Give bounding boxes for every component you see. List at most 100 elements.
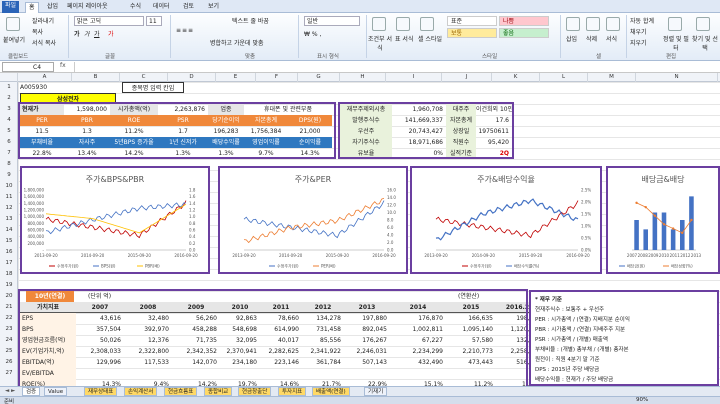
row-header-17[interactable]: 17 xyxy=(0,258,18,269)
wrap-text-button[interactable]: 텍스트 줄 바꿈 xyxy=(232,16,269,25)
row-header-12[interactable]: 12 xyxy=(0,203,18,214)
insert-cells-button[interactable]: 삽입 xyxy=(566,34,577,43)
currency-percent-icons[interactable]: ₩ % , xyxy=(304,31,321,38)
delete-cells-icon[interactable] xyxy=(586,17,600,31)
italic-icon[interactable]: 가 xyxy=(84,29,90,38)
row-header-13[interactable]: 13 xyxy=(0,214,18,225)
column-header-i[interactable]: I xyxy=(386,73,442,82)
row-header-16[interactable]: 16 xyxy=(0,247,18,258)
row-header-26[interactable]: 26 xyxy=(0,357,18,368)
row-header-24[interactable]: 24 xyxy=(0,335,18,346)
sheet-tab[interactable]: 현금창출단 xyxy=(238,387,272,396)
row-header-10[interactable]: 10 xyxy=(0,181,18,192)
tab-view[interactable]: 보기 xyxy=(205,2,222,13)
column-header-f[interactable]: F xyxy=(256,73,298,82)
tab-page-layout[interactable]: 페이지 레이아웃 xyxy=(64,2,111,13)
row-header-20[interactable]: 20 xyxy=(0,291,18,302)
row-header-15[interactable]: 15 xyxy=(0,236,18,247)
column-header-n[interactable]: N xyxy=(636,73,718,82)
column-header-c[interactable]: C xyxy=(120,73,168,82)
delete-cells-button[interactable]: 삭제 xyxy=(586,34,597,43)
row-header-5[interactable]: 5 xyxy=(0,126,18,137)
tab-data[interactable]: 데이터 xyxy=(150,2,173,13)
bold-icon[interactable]: 가 xyxy=(74,29,80,38)
row-header-23[interactable]: 23 xyxy=(0,324,18,335)
column-header-e[interactable]: E xyxy=(216,73,256,82)
row-header-19[interactable]: 19 xyxy=(0,280,18,291)
underline-icon[interactable]: 가 xyxy=(94,29,100,38)
sheet-tab[interactable]: 손익계산서 xyxy=(124,387,158,396)
column-header-m[interactable]: M xyxy=(588,73,636,82)
conditional-format-button[interactable]: 조건부 서식 xyxy=(368,34,392,52)
sheet-tab[interactable]: 기재기 xyxy=(364,387,388,396)
style-bad[interactable]: 나쁨 xyxy=(499,16,549,26)
tab-formulas[interactable]: 수식 xyxy=(127,2,144,13)
style-normal[interactable]: 표준 xyxy=(447,16,497,26)
row-header-3[interactable]: 3 xyxy=(0,104,18,115)
merge-center-button[interactable]: 병합하고 가운데 맞춤 xyxy=(210,38,264,47)
name-box[interactable]: C4 xyxy=(2,62,54,72)
find-select-button[interactable]: 찾기 및 선택 xyxy=(692,34,718,52)
row-header-18[interactable]: 18 xyxy=(0,269,18,280)
column-header-g[interactable]: G xyxy=(298,73,340,82)
sort-filter-icon[interactable] xyxy=(668,17,682,31)
tab-file[interactable]: 파일 xyxy=(2,1,20,13)
paste-icon[interactable] xyxy=(6,17,20,31)
insert-cells-icon[interactable] xyxy=(566,17,580,31)
chart-1[interactable]: 주가&BPS&PBR 2013-09-20 2014-09-20 2015-09-20… xyxy=(20,166,210,274)
style-neutral[interactable]: 보통 xyxy=(447,28,497,38)
copy-button[interactable]: 복사 xyxy=(32,27,43,36)
find-select-icon[interactable] xyxy=(696,17,710,31)
row-header-4[interactable]: 4 xyxy=(0,115,18,126)
row-header-27[interactable]: 27 xyxy=(0,368,18,379)
sort-filter-button[interactable]: 정렬 및 필터 xyxy=(663,34,689,52)
font-name-select[interactable]: 맑은 고딕 xyxy=(74,16,144,26)
row-header-11[interactable]: 11 xyxy=(0,192,18,203)
align-icons[interactable]: ≡≡≡ xyxy=(176,27,194,34)
chart-2[interactable]: 주가&PER 2013-09-20 2014-09-20 2015-09-20 2016… xyxy=(218,166,408,274)
fx-icon[interactable]: fx xyxy=(60,62,66,69)
tab-home[interactable]: 홈 xyxy=(25,2,39,13)
row-header-21[interactable]: 21 xyxy=(0,302,18,313)
row-header-25[interactable]: 25 xyxy=(0,346,18,357)
row-header-1[interactable]: 1 xyxy=(0,82,18,93)
cell-style-button[interactable]: 셀 스타일 xyxy=(418,34,442,43)
format-painter-button[interactable]: 서식 복사 xyxy=(32,38,56,47)
sheet-tab[interactable]: Value xyxy=(44,387,68,396)
tab-nav-arrows[interactable]: ◄ ► xyxy=(2,387,18,396)
paste-button[interactable]: 붙여넣기 xyxy=(3,35,25,44)
stock-code-cell[interactable]: A005930 xyxy=(20,82,47,93)
column-header-j[interactable]: J xyxy=(442,73,492,82)
fill-button[interactable]: 채우기 xyxy=(630,27,647,36)
column-header-h[interactable]: H xyxy=(340,73,386,82)
tab-insert[interactable]: 삽입 xyxy=(44,2,61,13)
row-header-6[interactable]: 6 xyxy=(0,137,18,148)
format-cells-button[interactable]: 서식 xyxy=(606,34,617,43)
row-header-9[interactable]: 9 xyxy=(0,170,18,181)
autosum-button[interactable]: 자동 합계 xyxy=(630,16,654,25)
format-cells-icon[interactable] xyxy=(606,17,620,31)
number-format-select[interactable]: 일반 xyxy=(304,16,360,26)
table-format-button[interactable]: 표 서식 xyxy=(395,34,413,43)
stock-name-cell[interactable]: 삼성전자 xyxy=(20,93,116,104)
row-header-22[interactable]: 22 xyxy=(0,313,18,324)
table-format-icon[interactable] xyxy=(396,17,410,31)
column-header-l[interactable]: L xyxy=(540,73,588,82)
row-header-2[interactable]: 2 xyxy=(0,93,18,104)
font-size-select[interactable]: 11 xyxy=(146,16,162,26)
cell-style-icon[interactable] xyxy=(420,17,434,31)
sheet-tab[interactable]: 배출액(연결) xyxy=(312,387,350,396)
style-good[interactable]: 좋음 xyxy=(499,28,549,38)
zoom-level[interactable]: 90% xyxy=(636,397,648,403)
conditional-format-icon[interactable] xyxy=(372,17,386,31)
column-header-a[interactable]: A xyxy=(18,73,72,82)
sheet-tab[interactable]: 현금흐름표 xyxy=(164,387,198,396)
chart-3[interactable]: 주가&배당수익율 2013-09-20 2014-09-20 2015-09-20 20… xyxy=(410,166,602,274)
column-header-k[interactable]: K xyxy=(492,73,540,82)
column-header-d[interactable]: D xyxy=(168,73,216,82)
sheet-tab[interactable]: 검증 xyxy=(22,387,41,396)
sheet-tab[interactable]: 투자지표 xyxy=(278,387,307,396)
clear-button[interactable]: 지우기 xyxy=(630,38,647,47)
font-color-icon[interactable]: 가 xyxy=(108,29,114,38)
cut-button[interactable]: 잘라내기 xyxy=(32,16,54,25)
